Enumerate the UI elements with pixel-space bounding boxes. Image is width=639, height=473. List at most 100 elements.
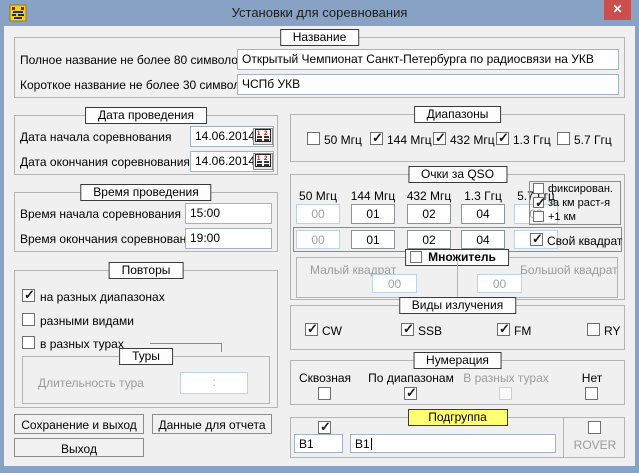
band-50-label: 50 Мгц	[324, 133, 362, 147]
mode-fm-label: FM	[514, 324, 531, 338]
close-icon[interactable]: ✕	[604, 0, 631, 20]
repeat-tours-checkbox[interactable]	[22, 336, 35, 349]
mode-cw-label: CW	[322, 324, 342, 338]
bands-group-title: Диапазоны	[414, 106, 502, 123]
repeat-modes-checkbox[interactable]	[22, 313, 35, 326]
date-group-title: Дата проведения	[85, 107, 207, 124]
subgroup-group-title: Подгруппа	[408, 409, 508, 426]
band-5700-label: 5.7 Ггц	[574, 133, 612, 147]
text-caret	[371, 438, 372, 450]
qso-points2-input[interactable]: 04	[461, 230, 505, 249]
plus-1km-label: +1 км	[548, 211, 576, 223]
fixed-points-checkbox[interactable]	[533, 183, 544, 194]
multiplier-checkbox[interactable]	[410, 251, 422, 263]
repeat-tours-label: в разных турах	[40, 337, 124, 351]
calendar-icon: 1 2	[255, 129, 271, 142]
repeat-bands-label: на разных диапазонах	[40, 290, 165, 304]
end-date-label: Дата окончания соревнования	[20, 155, 190, 169]
tours-group-title: Туры	[119, 348, 173, 365]
qso-points-input[interactable]: 01	[351, 204, 395, 224]
start-time-input[interactable]: 15:00	[185, 203, 272, 224]
qso-points-input[interactable]: 02	[407, 204, 451, 224]
tours-connector-line	[150, 343, 222, 344]
numbering-by-band-checkbox[interactable]	[404, 387, 417, 400]
qso-points2-input[interactable]: 01	[351, 230, 395, 249]
band-432-checkbox[interactable]	[433, 132, 446, 145]
numbering-tours-label: В разных турах	[463, 371, 548, 385]
per-km-checkbox[interactable]	[533, 197, 544, 208]
start-date-calendar-button[interactable]: 1 2	[253, 128, 273, 145]
own-square-checkbox[interactable]	[530, 233, 543, 246]
modes-group-title: Виды излучения	[399, 297, 517, 314]
mode-ssb-checkbox[interactable]	[401, 323, 414, 336]
numbering-by-band-label: По диапазонам	[368, 371, 454, 385]
multiplier-title-text: Множитель	[428, 250, 496, 264]
qso-points2-input[interactable]: 00	[296, 230, 340, 249]
subgroup-checkbox[interactable]	[318, 421, 331, 434]
qso-points-group-title: Очки за QSO	[408, 166, 507, 183]
start-time-label: Время начала соревнования	[20, 207, 181, 221]
qso-points-input[interactable]: 00	[296, 204, 340, 224]
numbering-through-checkbox[interactable]	[318, 387, 331, 400]
per-km-label: за км раст-я	[548, 197, 610, 209]
subgroup-code-input[interactable]: B1	[294, 434, 343, 453]
repeats-group-title: Повторы	[109, 262, 184, 279]
end-time-input[interactable]: 19:00	[185, 228, 272, 249]
big-square-label: Большой квадрат	[520, 263, 618, 277]
short-name-label: Короткое название не более 30 символов	[20, 78, 253, 92]
small-square-input[interactable]: 00	[372, 274, 417, 293]
band-432-label: 432 Мгц	[450, 133, 495, 147]
mode-ry-label: RY	[604, 324, 620, 338]
mode-ry-checkbox[interactable]	[587, 323, 600, 336]
qso-band-header: 50 Мгц	[299, 189, 337, 203]
qso-band-header: 144 Мгц	[351, 189, 396, 203]
subgroup-name-input[interactable]: B1	[350, 434, 556, 453]
end-time-label: Время окончания соревнования	[20, 232, 199, 246]
qso-points2-input[interactable]: 02	[407, 230, 451, 249]
plus-1km-checkbox[interactable]	[533, 211, 544, 222]
exit-button[interactable]: Выход	[14, 438, 144, 457]
tour-duration-label: Длительность тура	[38, 376, 144, 390]
numbering-tours-checkbox[interactable]	[499, 387, 512, 400]
multiplier-divider	[457, 258, 458, 297]
report-data-button[interactable]: Данные для отчета	[152, 414, 272, 434]
mode-ssb-label: SSB	[418, 324, 442, 338]
subgroup-name-value: B1	[355, 437, 370, 451]
repeat-modes-label: разными видами	[40, 314, 134, 328]
fixed-points-label: фиксирован.	[548, 183, 613, 195]
calendar-icon: 1 2	[255, 154, 271, 167]
rover-label: ROVER	[574, 438, 617, 452]
big-square-input[interactable]: 00	[477, 274, 522, 293]
qso-band-header: 1.3 Ггц	[464, 189, 502, 203]
qso-band-header: 432 Мгц	[407, 189, 452, 203]
numbering-none-label: Нет	[582, 371, 602, 385]
band-5700-checkbox[interactable]	[557, 132, 570, 145]
window-title: Установки для соревнования	[0, 5, 639, 20]
own-square-label: Свой квадрат	[547, 234, 622, 248]
time-group-title: Время проведения	[80, 184, 211, 201]
band-144-label: 144 Мгц	[387, 133, 432, 147]
end-date-calendar-button[interactable]: 1 2	[253, 153, 273, 170]
tour-duration-input[interactable]: :	[180, 372, 248, 394]
title-bar[interactable]: Установки для соревнования ✕	[0, 0, 639, 26]
tours-connector-line	[221, 343, 222, 352]
qso-points-input[interactable]: 04	[461, 204, 505, 224]
mode-fm-checkbox[interactable]	[497, 323, 510, 336]
numbering-group-title: Нумерация	[413, 352, 502, 369]
band-1300-checkbox[interactable]	[496, 132, 509, 145]
short-name-input[interactable]: ЧСПб УКВ	[237, 74, 619, 95]
band-1300-label: 1.3 Ггц	[513, 133, 551, 147]
full-name-input[interactable]: Открытый Чемпионат Санкт-Петербурга по р…	[237, 49, 619, 70]
full-name-label: Полное название не более 80 символов	[20, 53, 244, 67]
rover-divider	[563, 418, 564, 457]
repeat-bands-checkbox[interactable]	[22, 289, 35, 302]
start-date-label: Дата начала соревнования	[20, 130, 171, 144]
band-144-checkbox[interactable]	[370, 132, 383, 145]
numbering-through-label: Сквозная	[299, 371, 351, 385]
band-50-checkbox[interactable]	[307, 132, 320, 145]
rover-checkbox[interactable]	[588, 421, 601, 434]
mode-cw-checkbox[interactable]	[305, 323, 318, 336]
save-exit-button[interactable]: Сохранение и выход	[14, 414, 144, 434]
numbering-none-checkbox[interactable]	[585, 387, 598, 400]
name-group-title: Название	[280, 29, 360, 46]
